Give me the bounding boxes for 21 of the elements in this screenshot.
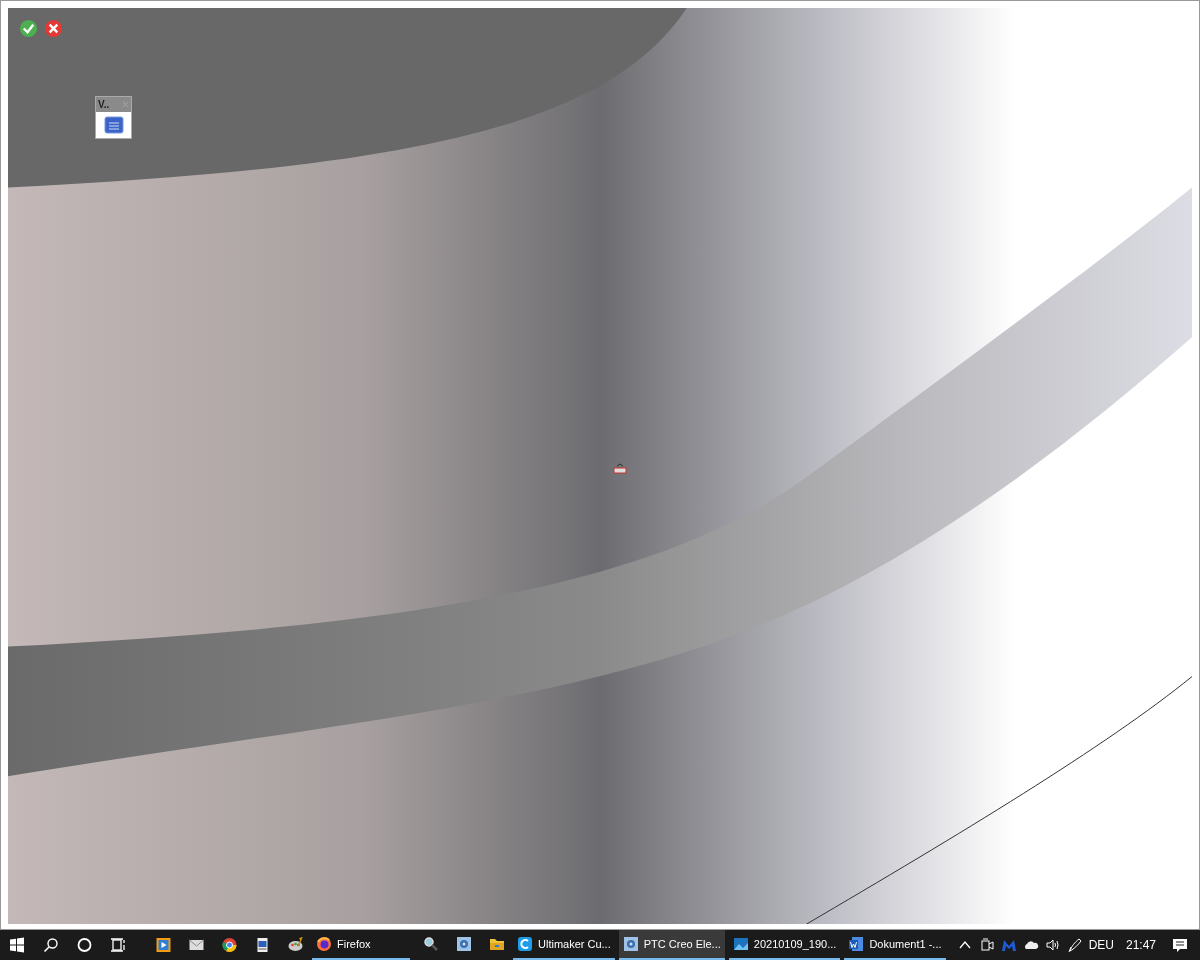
picture-icon bbox=[732, 936, 749, 952]
camera-icon[interactable] bbox=[978, 937, 995, 953]
taskbar-app-button[interactable]: Firefox bbox=[312, 930, 410, 960]
input-language[interactable]: DEU bbox=[1088, 938, 1114, 952]
magnifier-icon bbox=[422, 936, 439, 952]
toolbar-title: V.. bbox=[98, 99, 110, 110]
taskbar-app-button[interactable]: PTC Creo Ele... bbox=[618, 930, 725, 960]
taskbar-app-button[interactable]: 20210109_190... bbox=[728, 930, 841, 960]
w-logo-icon bbox=[848, 936, 865, 952]
taskbar-app-button[interactable]: Ultimaker Cu... bbox=[513, 930, 615, 960]
speaker-icon[interactable] bbox=[1044, 937, 1061, 953]
accept-icon[interactable] bbox=[19, 19, 38, 38]
window-icon[interactable] bbox=[103, 116, 124, 134]
c-logo-icon bbox=[517, 936, 533, 952]
taskbar-app-button[interactable]: Dokument1 -... bbox=[844, 930, 946, 960]
view-origin-icon bbox=[613, 463, 627, 475]
cancel-icon[interactable] bbox=[44, 19, 63, 38]
notification-icon[interactable] bbox=[1172, 937, 1188, 953]
folder-icon bbox=[488, 936, 505, 952]
clock[interactable]: 21:47 bbox=[1125, 938, 1156, 952]
pen-icon[interactable] bbox=[1066, 937, 1083, 953]
